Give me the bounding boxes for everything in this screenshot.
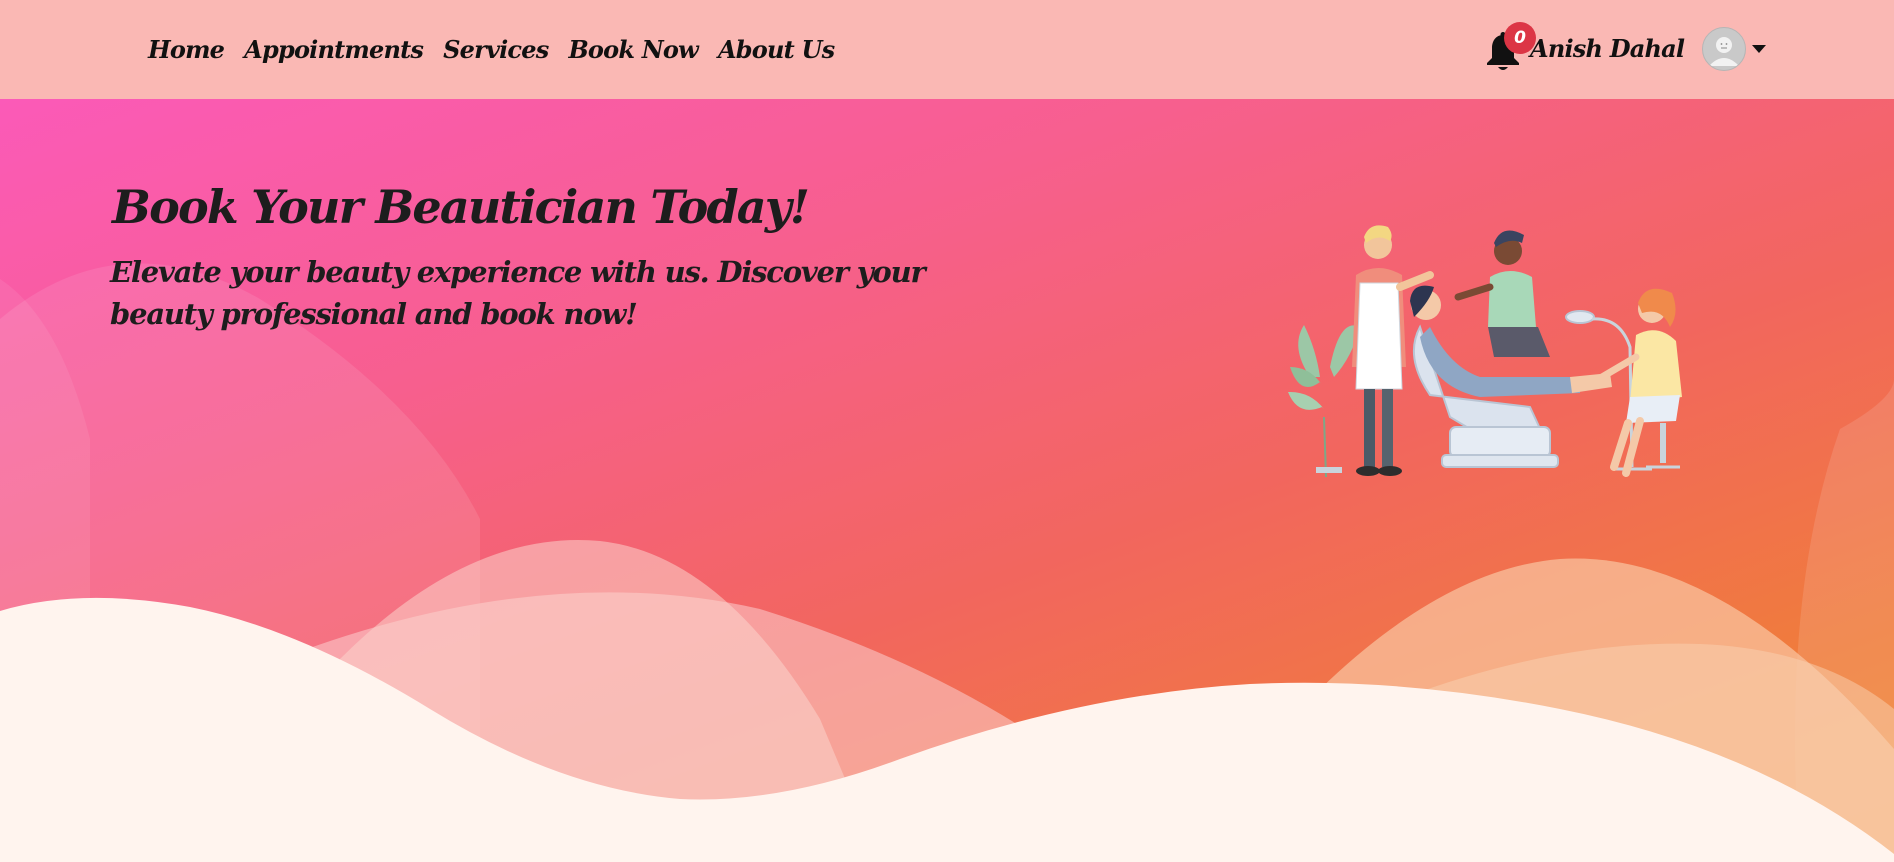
notification-button[interactable]: 0: [1484, 22, 1536, 76]
notification-badge: 0: [1504, 22, 1536, 54]
hero-section: Book Your Beautician Today! Elevate your…: [0, 99, 1894, 862]
caret-down-icon: [1752, 45, 1767, 53]
user-area: 0 Anish Dahal: [1484, 14, 1767, 84]
hero-subtitle: Elevate your beauty experience with us. …: [110, 255, 926, 331]
page: Home Appointments Services Book Now Abou…: [0, 0, 1894, 862]
nav-link-appointments[interactable]: Appointments: [244, 32, 424, 68]
nav-link-home[interactable]: Home: [148, 32, 225, 68]
makeup-artist-figure: [1454, 230, 1550, 357]
nav-link-book-now[interactable]: Book Now: [568, 32, 698, 68]
plant-icon: [1288, 325, 1360, 478]
user-avatar-icon: [1702, 27, 1747, 71]
username: Anish Dahal: [1530, 34, 1685, 63]
pedicurist-figure: [1598, 288, 1682, 477]
hero-title: Book Your Beautician Today!: [112, 180, 810, 234]
nav-links: Home Appointments Services Book Now Abou…: [148, 32, 835, 68]
navbar: Home Appointments Services Book Now Abou…: [0, 0, 1894, 99]
nav-link-services[interactable]: Services: [443, 32, 549, 68]
nav-link-about-us[interactable]: About Us: [718, 32, 835, 68]
user-menu-toggle[interactable]: [1702, 27, 1767, 71]
beauty-salon-illustration: [1288, 225, 1682, 478]
